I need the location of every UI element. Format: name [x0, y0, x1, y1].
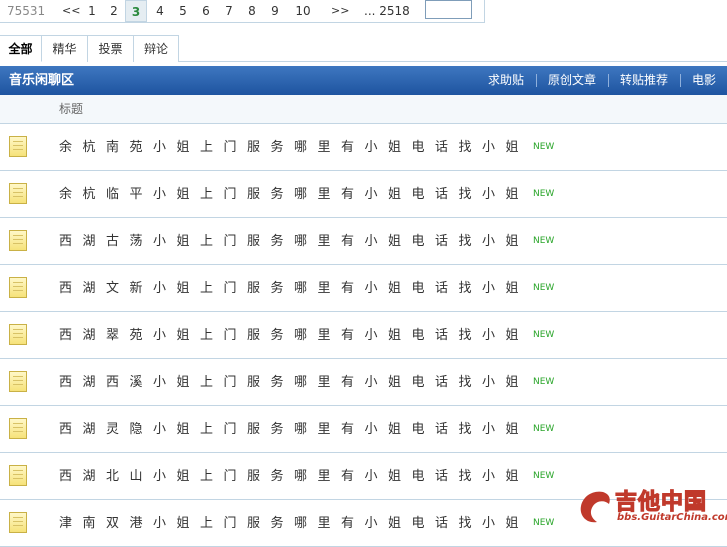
page-7[interactable]: 7: [218, 0, 240, 22]
thread-folder-icon[interactable]: [9, 136, 27, 157]
page-9[interactable]: 9: [264, 0, 286, 22]
new-badge: NEW: [533, 471, 555, 481]
thread-title[interactable]: 西湖灵隐小姐上门服务哪里有小姐电话找小姐: [59, 406, 529, 453]
thread-folder-icon[interactable]: [9, 183, 27, 204]
thread-folder-icon[interactable]: [9, 324, 27, 345]
thread-title[interactable]: 西湖古荡小姐上门服务哪里有小姐电话找小姐: [59, 218, 529, 265]
column-title-label: 标题: [59, 102, 84, 116]
tab-debate[interactable]: 辩论: [134, 35, 179, 62]
table-row: 西湖西溪小姐上门服务哪里有小姐电话找小姐 NEW: [0, 359, 727, 406]
next-page-button[interactable]: >>: [331, 0, 349, 22]
thread-folder-icon[interactable]: [9, 371, 27, 392]
tab-all[interactable]: 全部: [0, 35, 42, 62]
page-5[interactable]: 5: [172, 0, 194, 22]
page-3-current: 3: [125, 0, 147, 22]
thread-title[interactable]: 西湖北山小姐上门服务哪里有小姐电话找小姐: [59, 453, 529, 500]
prev-page-button[interactable]: <<: [62, 0, 80, 22]
page-8[interactable]: 8: [241, 0, 263, 22]
site-watermark: 吉他中国 bbs.GuitarChina.com: [573, 484, 727, 532]
tab-poll[interactable]: 投票: [88, 35, 134, 62]
new-badge: NEW: [533, 330, 555, 340]
total-count: 75531: [7, 4, 46, 18]
thread-folder-icon[interactable]: [9, 512, 27, 533]
page-jump-input[interactable]: [425, 0, 472, 19]
thread-folder-icon[interactable]: [9, 230, 27, 251]
table-row: 西湖翠苑小姐上门服务哪里有小姐电话找小姐 NEW: [0, 312, 727, 359]
forum-link-original[interactable]: 原创文章: [548, 66, 596, 95]
page-10[interactable]: 10: [291, 0, 315, 22]
forum-header: 音乐闲聊区 求助贴 原创文章 转贴推荐 电影推: [0, 66, 727, 116]
pagination: 75531 << 1 2 3 4 5 6 7 8 9 10 >> ... 251…: [0, 0, 485, 23]
new-badge: NEW: [533, 283, 555, 293]
thread-title[interactable]: 余杭临平小姐上门服务哪里有小姐电话找小姐: [59, 171, 529, 218]
divider: [536, 74, 537, 87]
guitar-logo-icon: [580, 491, 610, 523]
thread-folder-icon[interactable]: [9, 277, 27, 298]
new-badge: NEW: [533, 518, 555, 528]
thread-title[interactable]: 西湖文新小姐上门服务哪里有小姐电话找小姐: [59, 265, 529, 312]
divider: [680, 74, 681, 87]
thread-folder-icon[interactable]: [9, 418, 27, 439]
page-1[interactable]: 1: [81, 0, 103, 22]
thread-title[interactable]: 西湖西溪小姐上门服务哪里有小姐电话找小姐: [59, 359, 529, 406]
table-row: 西湖古荡小姐上门服务哪里有小姐电话找小姐 NEW: [0, 218, 727, 265]
table-row: 余杭南苑小姐上门服务哪里有小姐电话找小姐 NEW: [0, 124, 727, 171]
new-badge: NEW: [533, 142, 555, 152]
page-6[interactable]: 6: [195, 0, 217, 22]
new-badge: NEW: [533, 377, 555, 387]
watermark-en: bbs.GuitarChina.com: [617, 512, 727, 523]
new-badge: NEW: [533, 236, 555, 246]
last-page-link[interactable]: ... 2518: [364, 0, 410, 22]
column-header: 标题: [0, 95, 727, 124]
thread-title[interactable]: 津南双港小姐上门服务哪里有小姐电话找小姐: [59, 500, 529, 547]
thread-title[interactable]: 西湖翠苑小姐上门服务哪里有小姐电话找小姐: [59, 312, 529, 359]
thread-title[interactable]: 余杭南苑小姐上门服务哪里有小姐电话找小姐: [59, 124, 529, 171]
table-row: 西湖文新小姐上门服务哪里有小姐电话找小姐 NEW: [0, 265, 727, 312]
thread-folder-icon[interactable]: [9, 465, 27, 486]
forum-link-help[interactable]: 求助贴: [488, 66, 524, 95]
table-row: 西湖灵隐小姐上门服务哪里有小姐电话找小姐 NEW: [0, 406, 727, 453]
tab-digest[interactable]: 精华: [42, 35, 88, 62]
page-2[interactable]: 2: [103, 0, 125, 22]
divider: [608, 74, 609, 87]
new-badge: NEW: [533, 424, 555, 434]
page-4[interactable]: 4: [149, 0, 171, 22]
table-row: 余杭临平小姐上门服务哪里有小姐电话找小姐 NEW: [0, 171, 727, 218]
forum-link-repost[interactable]: 转贴推荐: [620, 66, 668, 95]
filter-tabs: 全部 精华 投票 辩论: [0, 35, 727, 62]
forum-name[interactable]: 音乐闲聊区: [9, 66, 74, 95]
new-badge: NEW: [533, 189, 555, 199]
